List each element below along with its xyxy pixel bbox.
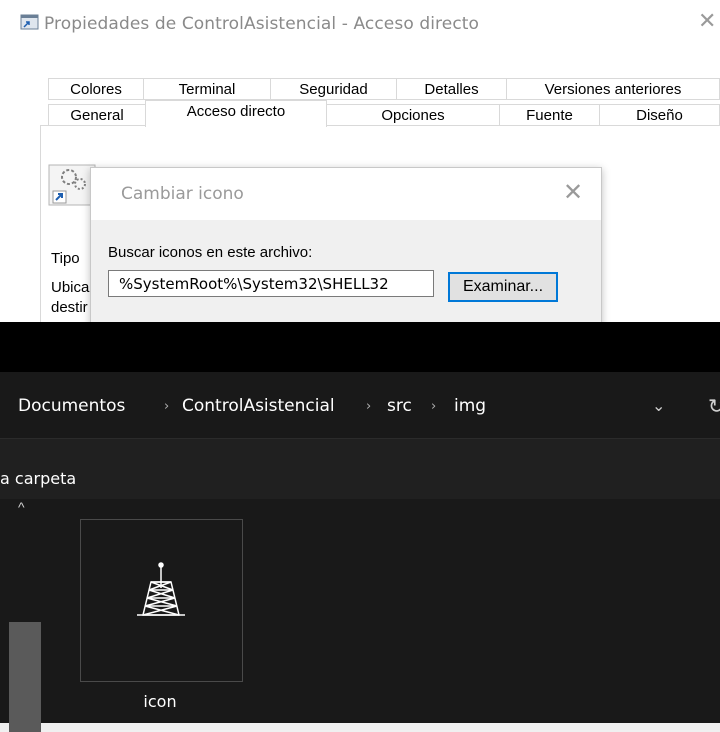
breadcrumb-img[interactable]: img bbox=[454, 396, 486, 416]
breadcrumb-separator[interactable]: › bbox=[164, 399, 169, 414]
file-explorer: Documentos › ControlAsistencial › src › … bbox=[0, 372, 720, 732]
search-icons-label: Buscar iconos en este archivo: bbox=[108, 244, 313, 261]
chevron-down-icon[interactable]: ⌄ bbox=[652, 396, 665, 416]
tab-fuente[interactable]: Fuente bbox=[499, 104, 600, 126]
tab-colores[interactable]: Colores bbox=[48, 78, 144, 100]
dialog-title: Propiedades de ControlAsistencial - Acce… bbox=[44, 14, 480, 34]
tab-terminal[interactable]: Terminal bbox=[143, 78, 271, 100]
file-item[interactable] bbox=[80, 519, 243, 682]
tab-opciones[interactable]: Opciones bbox=[326, 104, 500, 126]
type-label: Tipo bbox=[51, 250, 80, 267]
change-icon-dialog: Cambiar icono ✕ Buscar iconos en este ar… bbox=[90, 167, 602, 322]
window-gap bbox=[0, 322, 720, 372]
tab-diseno[interactable]: Diseño bbox=[599, 104, 720, 126]
location-label: Ubica bbox=[51, 279, 90, 296]
breadcrumb-controlasistencial[interactable]: ControlAsistencial bbox=[182, 396, 335, 416]
address-bar[interactable]: Documentos › ControlAsistencial › src › … bbox=[0, 372, 720, 438]
refresh-icon[interactable]: ↻ bbox=[708, 394, 720, 418]
new-folder-button[interactable]: a carpeta bbox=[0, 469, 76, 488]
properties-dialog: Propiedades de ControlAsistencial - Acce… bbox=[0, 0, 720, 322]
file-name[interactable]: icon bbox=[130, 692, 190, 711]
command-bar: a carpeta bbox=[0, 438, 720, 499]
breadcrumb-documentos[interactable]: Documentos bbox=[18, 396, 125, 416]
close-icon[interactable]: ✕ bbox=[698, 9, 716, 34]
tab-detalles[interactable]: Detalles bbox=[396, 78, 507, 100]
file-list: ^ icon bbox=[0, 499, 720, 732]
breadcrumb-separator[interactable]: › bbox=[366, 399, 371, 414]
scroll-up-icon[interactable]: ^ bbox=[18, 499, 25, 515]
tab-acceso-directo[interactable]: Acceso directo bbox=[145, 100, 327, 127]
app-icon bbox=[20, 14, 39, 30]
close-icon[interactable]: ✕ bbox=[563, 178, 583, 206]
destination-label: destir bbox=[51, 299, 88, 316]
breadcrumb-src[interactable]: src bbox=[387, 396, 412, 416]
antenna-tower-icon bbox=[137, 562, 185, 616]
tab-general[interactable]: General bbox=[48, 104, 146, 126]
tab-versiones-anteriores[interactable]: Versiones anteriores bbox=[506, 78, 720, 100]
scrollbar-thumb[interactable] bbox=[9, 622, 41, 732]
breadcrumb-separator[interactable]: › bbox=[431, 399, 436, 414]
dialog-title: Cambiar icono bbox=[121, 184, 244, 204]
file-path-input[interactable]: %SystemRoot%\System32\SHELL32 bbox=[108, 270, 434, 297]
browse-button[interactable]: Examinar... bbox=[448, 272, 558, 302]
tab-seguridad[interactable]: Seguridad bbox=[270, 78, 397, 100]
